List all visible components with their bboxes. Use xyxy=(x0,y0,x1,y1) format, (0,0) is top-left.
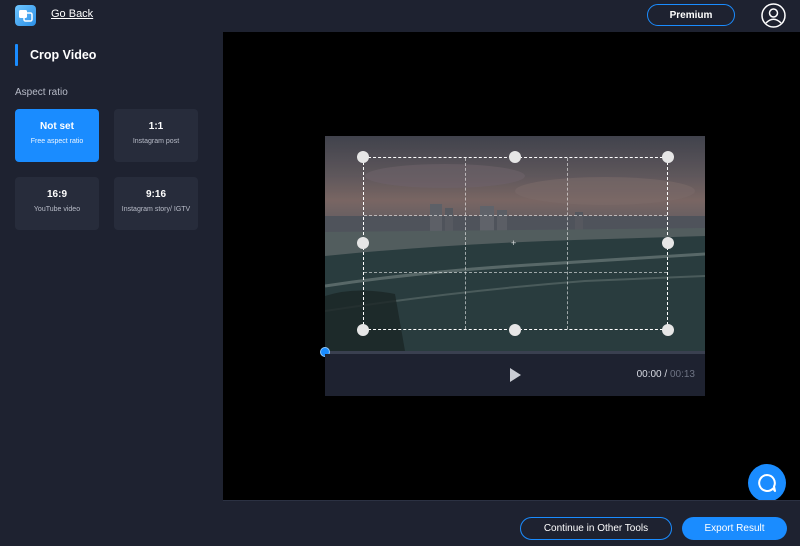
ratio-option-title: 1:1 xyxy=(148,121,164,132)
user-avatar-icon[interactable] xyxy=(761,3,786,28)
crop-center-icon: + xyxy=(511,238,517,248)
ratio-option-subtitle: Free aspect ratio xyxy=(30,138,84,145)
go-back-link[interactable]: Go Back xyxy=(51,8,93,20)
ratio-option-title: 16:9 xyxy=(46,189,67,200)
export-result-button[interactable]: Export Result xyxy=(682,517,787,540)
crop-handle-top[interactable] xyxy=(509,151,521,163)
aspect-ratio-label: Aspect ratio xyxy=(15,87,68,98)
ratio-option-1-1[interactable]: 1:1 Instagram post xyxy=(114,109,198,162)
total-duration: 00:13 xyxy=(669,369,695,380)
ratio-option-subtitle: Instagram story/ IGTV xyxy=(121,206,191,213)
player-controls: 00:00 / 00:13 xyxy=(325,354,705,396)
current-time: 00:00 xyxy=(636,369,662,380)
crop-grid-line xyxy=(465,158,466,329)
play-icon[interactable] xyxy=(508,367,522,383)
ratio-option-subtitle: YouTube video xyxy=(33,206,81,213)
time-separator: / xyxy=(661,369,670,380)
crop-selection-box[interactable]: + xyxy=(363,157,668,330)
crop-grid-line xyxy=(364,272,667,273)
panel-title: Crop Video xyxy=(30,48,97,62)
crop-grid-line xyxy=(567,158,568,329)
crop-grid-line xyxy=(364,215,667,216)
crop-handle-top-right[interactable] xyxy=(662,151,674,163)
continue-other-tools-button[interactable]: Continue in Other Tools xyxy=(520,517,672,540)
ratio-option-title: 9:16 xyxy=(145,189,166,200)
top-bar: Go Back Premium xyxy=(0,0,800,32)
crop-handle-left[interactable] xyxy=(357,237,369,249)
crop-handle-top-left[interactable] xyxy=(357,151,369,163)
video-workspace: + 00:00 / 00:13 xyxy=(223,32,800,502)
video-tools-logo-icon[interactable] xyxy=(15,5,36,26)
video-preview: + xyxy=(325,136,705,351)
bottom-action-bar: Continue in Other Tools Export Result xyxy=(223,500,800,546)
premium-button[interactable]: Premium xyxy=(647,4,735,26)
crop-settings-panel: Crop Video Aspect ratio Not set Free asp… xyxy=(0,32,223,546)
ratio-option-title: Not set xyxy=(40,121,74,132)
crop-handle-bottom[interactable] xyxy=(509,324,521,336)
time-display: 00:00 / 00:13 xyxy=(637,369,695,380)
ratio-option-16-9[interactable]: 16:9 YouTube video xyxy=(15,177,99,230)
ratio-option-subtitle: Instagram post xyxy=(132,138,180,145)
chat-support-icon[interactable] xyxy=(748,464,786,502)
ratio-option-9-16[interactable]: 9:16 Instagram story/ IGTV xyxy=(114,177,198,230)
crop-handle-bottom-right[interactable] xyxy=(662,324,674,336)
crop-handle-right[interactable] xyxy=(662,237,674,249)
crop-handle-bottom-left[interactable] xyxy=(357,324,369,336)
title-accent-bar xyxy=(15,44,18,66)
ratio-option-not-set[interactable]: Not set Free aspect ratio xyxy=(15,109,99,162)
